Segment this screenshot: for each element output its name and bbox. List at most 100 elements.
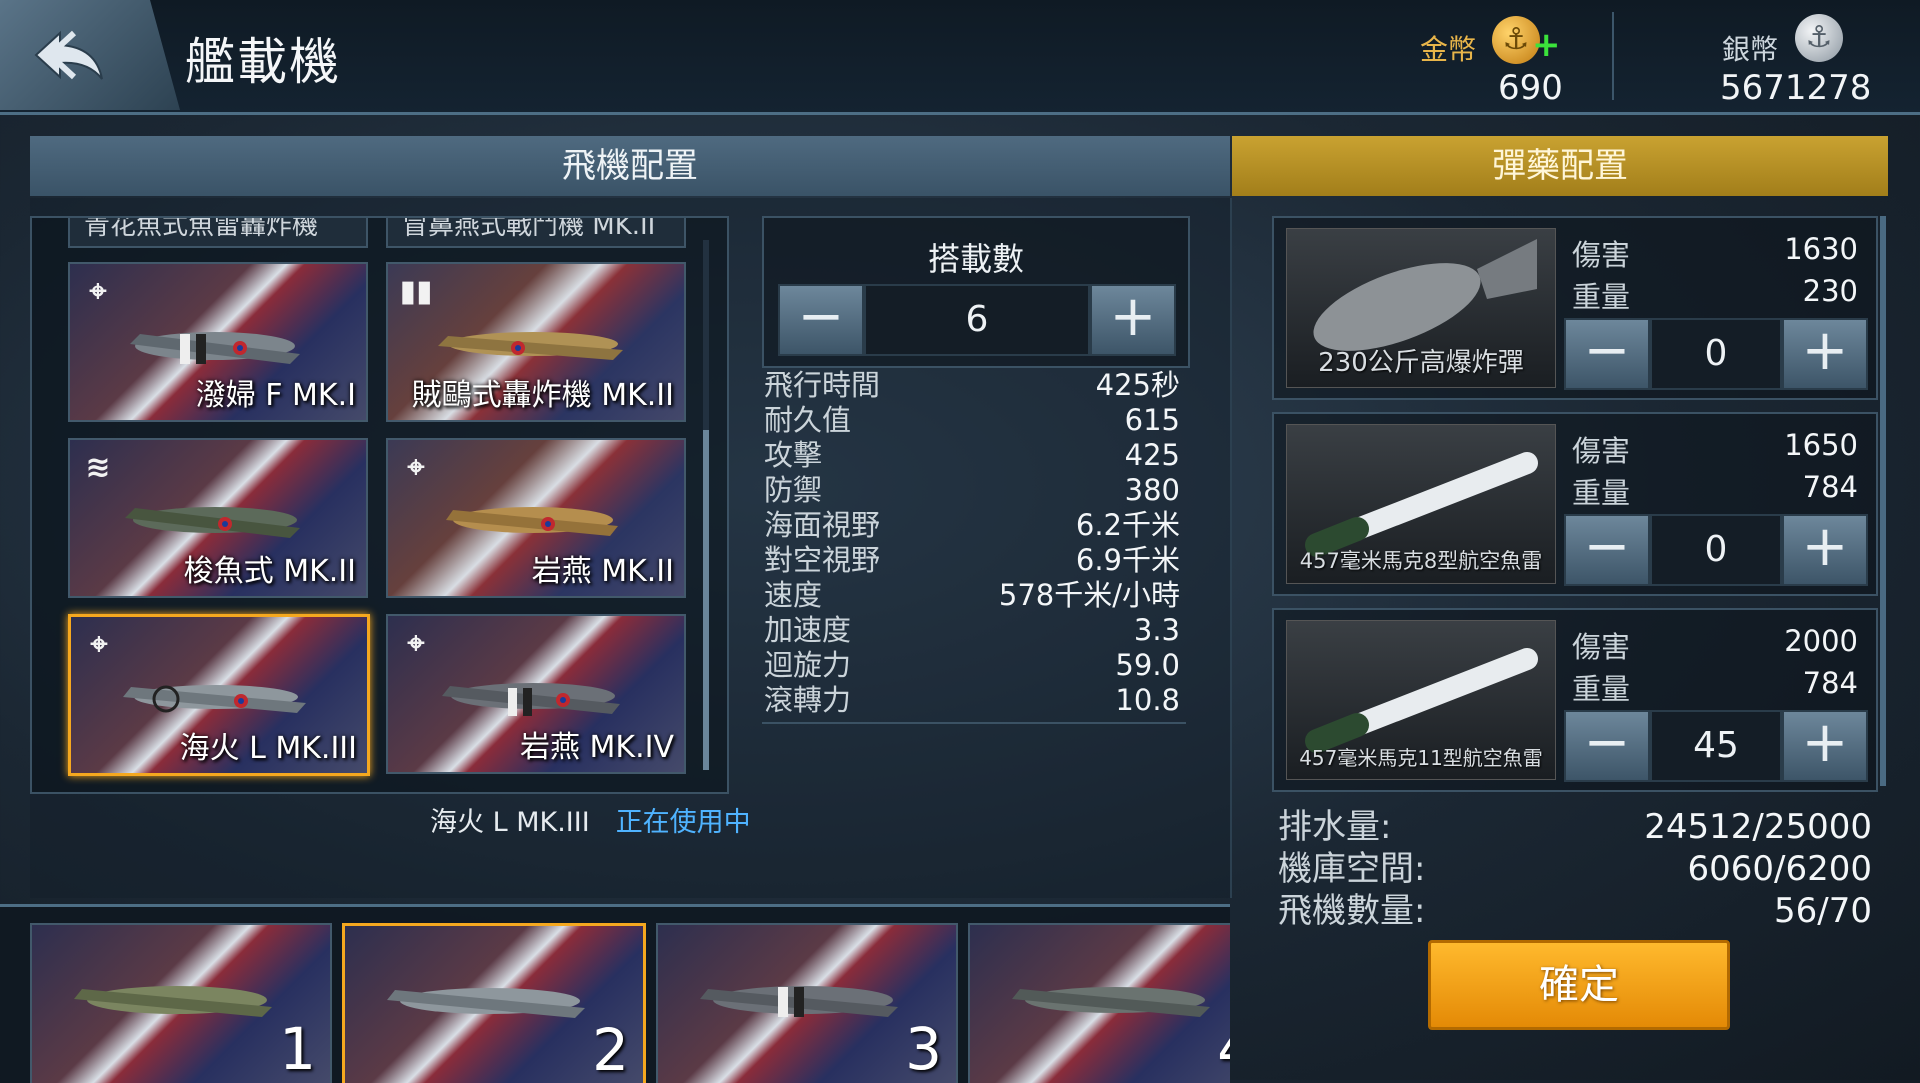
squadron-slot[interactable]: 1 [30,923,332,1083]
back-button[interactable] [0,0,180,110]
plane-icon [700,986,898,1017]
tab-aircraft-config[interactable]: 飛機配置 [30,136,1230,196]
squadron-slot[interactable]: 3 [656,923,958,1083]
damage-label: 傷害 [1572,434,1631,468]
summary-label: 飛機數量: [1278,891,1426,931]
ammo-card: 457毫米馬克8型航空魚雷 傷害 1650 重量 784 − 0 + [1272,412,1878,596]
aircraft-card[interactable]: ≋ 梭魚式 MK.II [68,438,368,598]
aircraft-card-cropped[interactable]: 冒鼻燕式戰鬥機 MK.II [386,218,686,248]
ammo-name: 457毫米馬克11型航空魚雷 [1299,746,1543,770]
summary-label: 排水量: [1278,807,1392,847]
stat-label: 飛行時間 [764,368,881,402]
stat-value: 425 [1124,438,1180,472]
ammo-name: 457毫米馬克8型航空魚雷 [1299,549,1543,573]
aircraft-card-cropped[interactable]: 青花魚式魚雷轟炸機 [68,218,368,248]
capacity-summary: 排水量: 24512/25000 機庫空間: 6060/6200 飛機數量: 56/7… [1278,806,1872,932]
ammo-image: 457毫米馬克8型航空魚雷 [1286,424,1556,584]
tab-ammo-config[interactable]: 彈藥配置 [1232,136,1888,196]
weight-label: 重量 [1572,280,1631,314]
weight-label: 重量 [1572,476,1631,510]
stat-label: 速度 [764,578,823,612]
summary-label: 機庫空間: [1278,849,1426,889]
squadron-slot-strip: 1 2 3 4 [0,904,1230,1083]
ammo-name: 230公斤高爆炸彈 [1318,348,1524,378]
stat-label: 海面視野 [764,508,881,542]
confirm-button[interactable]: 確定 [1428,940,1730,1030]
aircraft-name: 梭魚式 MK.II [183,554,356,589]
active-aircraft-status: 海火 L MK.III 正在使用中 [430,800,751,839]
stat-value: 615 [1124,403,1180,437]
plane-icon [74,986,272,1017]
ammo-card: 457毫米馬克11型航空魚雷 傷害 2000 重量 784 − 45 + [1272,608,1878,792]
back-arrow-icon [34,30,103,80]
aircraft-card-selected[interactable]: ⌖ 海火 L MK.III [68,614,370,776]
stat-label: 加速度 [764,613,852,647]
damage-value: 1650 [1784,428,1858,462]
aircraft-scrollbar[interactable] [703,240,709,770]
stat-row: 飛行時間 425秒 [762,368,1186,403]
stat-value: 380 [1124,473,1180,507]
stat-row: 速度 578千米/小時 [762,578,1186,613]
silver-coin-icon: ⚓ [1795,14,1843,62]
stat-row: 迴旋力 59.0 [762,648,1186,683]
load-count-label: 搭載數 [927,240,1024,278]
ammo-count: 45 [1650,710,1782,782]
decrease-ammo-button[interactable]: − [1564,710,1650,782]
silver-value: 5671278 [1720,68,1872,108]
slot-number: 2 [592,1016,629,1083]
gold-label: 金幣 [1420,33,1477,66]
aircraft-name: 冒鼻燕式戰鬥機 MK.II [402,218,656,241]
squadron-slot[interactable]: 4 [968,923,1230,1083]
aircraft-name: 岩燕 MK.IV [520,730,674,765]
gold-value: 690 [1498,68,1563,108]
decrease-load-button[interactable]: − [778,284,864,356]
stat-row: 防禦 380 [762,473,1186,508]
increase-ammo-button[interactable]: + [1782,318,1868,390]
ammo-count: 0 [1650,514,1782,586]
stat-value: 6.2千米 [1075,508,1180,542]
slot-number: 3 [905,1015,942,1083]
aircraft-grid[interactable]: 青花魚式魚雷轟炸機 冒鼻燕式戰鬥機 MK.II ⌖ 潑婦 F MK.I ▮▮ 賊… [30,216,729,794]
aircraft-name: 青花魚式魚雷轟炸機 [84,218,319,241]
add-gold-icon[interactable]: + [1532,28,1561,62]
page-title: 艦載機 [185,33,341,91]
aircraft-card[interactable]: ⌖ 潑婦 F MK.I [68,262,368,422]
active-aircraft-name: 海火 L MK.III [430,807,590,838]
top-bar: 艦載機 金幣 ⚓ + 690 銀幣 ⚓ 5671278 [0,0,1920,115]
stat-value: 6.9千米 [1075,543,1180,577]
weight-label: 重量 [1572,672,1631,706]
stat-row: 耐久值 615 [762,403,1186,438]
aircraft-card[interactable]: ▮▮ 賊鷗式轟炸機 MK.II [386,262,686,422]
aircraft-name: 岩燕 MK.II [531,554,674,589]
stat-label: 對空視野 [764,543,881,577]
aircraft-stats: 飛行時間 425秒 耐久值 615 攻擊 425 防禦 380 海面視野 6.2千米 對空… [762,368,1186,718]
slot-number: 4 [1217,1015,1230,1083]
increase-load-button[interactable]: + [1090,284,1176,356]
increase-ammo-button[interactable]: + [1782,710,1868,782]
decrease-ammo-button[interactable]: − [1564,318,1650,390]
aircraft-scroll-thumb[interactable] [703,430,709,770]
increase-ammo-button[interactable]: + [1782,514,1868,586]
stat-row: 加速度 3.3 [762,613,1186,648]
decrease-ammo-button[interactable]: − [1564,514,1650,586]
slot-number: 1 [279,1015,316,1083]
weight-value: 230 [1802,274,1858,308]
stat-row: 滾轉力 10.8 [762,683,1186,718]
weight-value: 784 [1802,666,1858,700]
summary-row: 排水量: 24512/25000 [1278,806,1872,848]
stat-label: 攻擊 [764,438,823,472]
aircraft-card[interactable]: ⌖ 岩燕 MK.IV [386,614,686,774]
stat-label: 滾轉力 [764,683,852,717]
squadron-slot-selected[interactable]: 2 [342,923,646,1083]
ammo-scrollbar[interactable] [1880,216,1886,786]
aircraft-card[interactable]: ⌖ 岩燕 MK.II [386,438,686,598]
stat-label: 迴旋力 [764,648,852,682]
damage-label: 傷害 [1572,238,1631,272]
weight-value: 784 [1802,470,1858,504]
stat-row: 海面視野 6.2千米 [762,508,1186,543]
summary-row: 飛機數量: 56/70 [1278,890,1872,932]
load-count-value: 6 [864,284,1090,356]
stat-value: 578千米/小時 [998,578,1180,612]
stat-value: 425秒 [1095,368,1180,402]
ammo-count: 0 [1650,318,1782,390]
